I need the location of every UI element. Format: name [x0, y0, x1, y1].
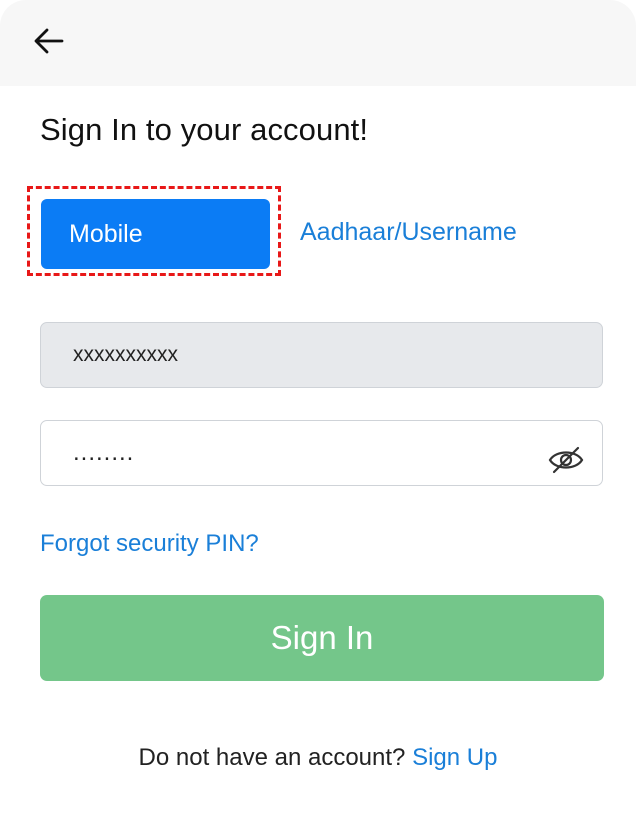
arrow-left-icon [34, 28, 64, 54]
sign-in-button[interactable]: Sign In [40, 595, 604, 681]
sign-up-link[interactable]: Sign Up [412, 744, 497, 771]
mobile-number-field[interactable] [40, 322, 603, 388]
tab-aadhaar-username[interactable]: Aadhaar/Username [300, 218, 517, 247]
top-app-bar [0, 0, 636, 86]
security-pin-field[interactable] [40, 420, 603, 486]
tab-mobile-label: Mobile [69, 219, 143, 248]
sign-in-screen: Sign In to your account! Mobile Aadhaar/… [0, 0, 636, 816]
sign-in-button-label: Sign In [270, 619, 374, 656]
back-button[interactable] [26, 18, 72, 64]
sign-up-prompt-text: Do not have an account? [138, 744, 406, 771]
eye-off-icon [548, 446, 584, 474]
mobile-number-input[interactable] [41, 323, 602, 387]
tab-mobile[interactable]: Mobile [41, 199, 270, 269]
sign-up-prompt: Do not have an account? Sign Up [0, 744, 636, 772]
security-pin-input[interactable] [41, 421, 602, 485]
forgot-pin-link[interactable]: Forgot security PIN? [40, 530, 259, 558]
page-title: Sign In to your account! [40, 112, 369, 147]
toggle-pin-visibility-button[interactable] [546, 444, 586, 476]
